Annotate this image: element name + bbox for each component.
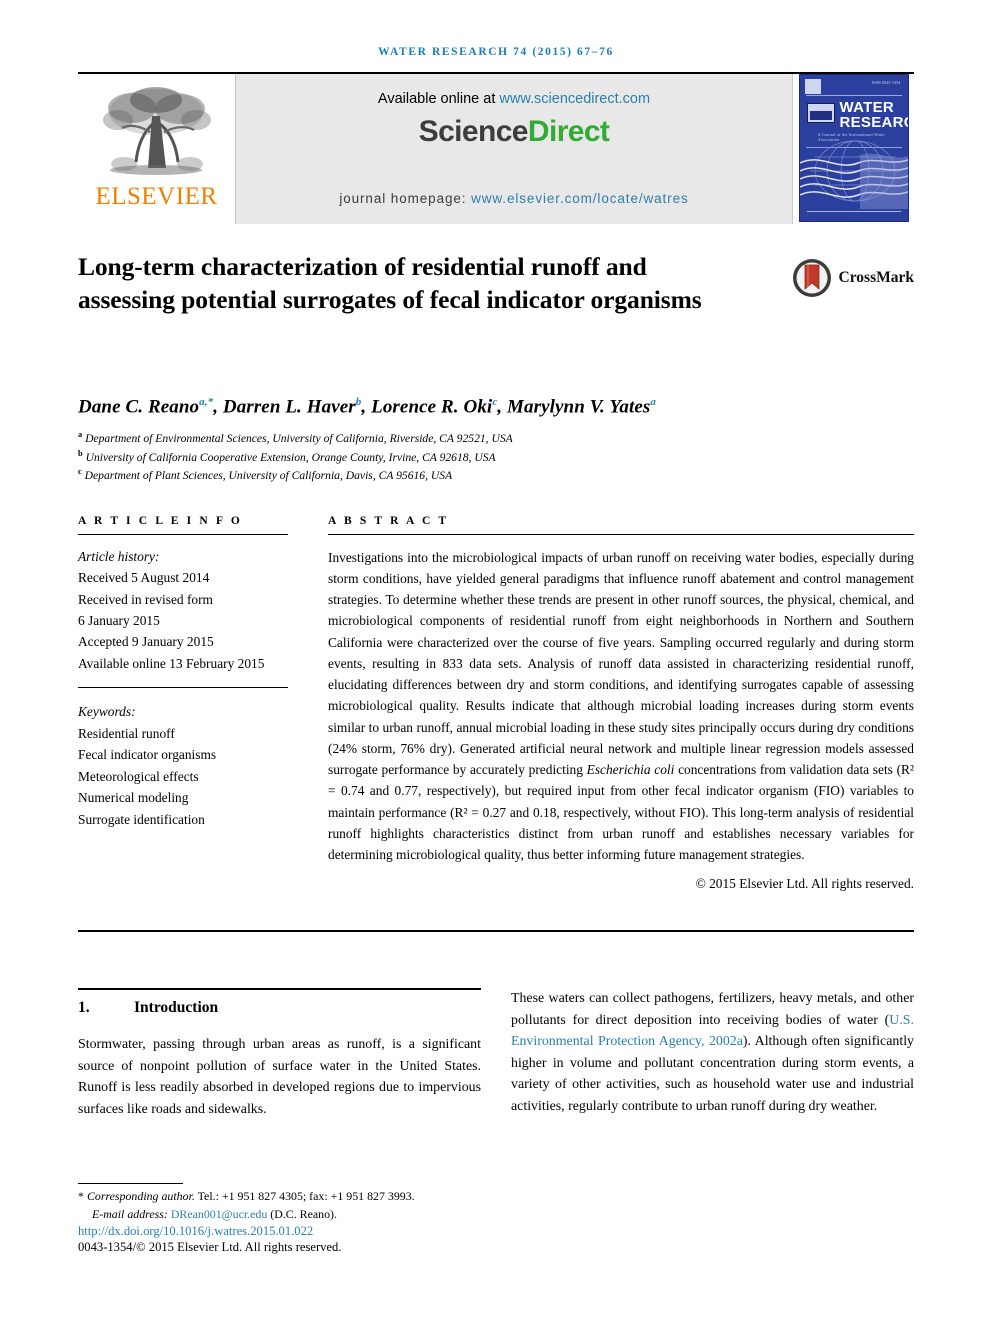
article-info-column: A R T I C L E I N F O Article history: R… — [78, 515, 310, 893]
sciencedirect-logo-direct: Direct — [527, 115, 610, 148]
journal-cover-cell: ISSN 0043-1354 WATER RESEARCH A Journal … — [792, 74, 914, 224]
corresponding-author-contact: Tel.: +1 951 827 4305; fax: +1 951 827 3… — [194, 1189, 415, 1203]
history-item: Available online 13 February 2015 — [78, 655, 265, 671]
iwa-logo-icon — [806, 103, 835, 123]
body-column-right: These waters can collect pathogens, fert… — [511, 988, 914, 1120]
body-columns: 1. Introduction Stormwater, passing thro… — [78, 988, 914, 1120]
corresponding-asterisk: * — [78, 1189, 84, 1203]
history-item: Accepted 9 January 2015 — [78, 634, 214, 650]
abstract-bottom-rule — [78, 930, 914, 933]
available-online-prefix: Available online at — [377, 91, 500, 107]
journal-cover-thumbnail: ISSN 0043-1354 WATER RESEARCH A Journal … — [798, 74, 909, 222]
issn-copyright-line: 0043-1354/© 2015 Elsevier Ltd. All right… — [78, 1240, 342, 1254]
history-item: 6 January 2015 — [78, 613, 160, 629]
history-item: Received in revised form — [78, 591, 213, 607]
elsevier-tree-icon — [102, 87, 211, 175]
affiliation-text: University of California Cooperative Ext… — [85, 450, 496, 464]
affiliation-mark: c — [78, 467, 82, 477]
abstract-rule — [328, 533, 914, 535]
article-history-label: Article history: — [78, 548, 160, 564]
elsevier-wordmark: ELSEVIER — [95, 183, 218, 210]
email-label: E-mail address: — [92, 1206, 171, 1221]
keywords-label: Keywords: — [78, 704, 136, 720]
sciencedirect-logo-science: Science — [418, 115, 529, 148]
abstract-text: Investigations into the microbiological … — [328, 547, 914, 866]
corresponding-author-label: Corresponding author. — [86, 1189, 195, 1203]
cover-title-line1: WATER — [839, 99, 895, 116]
crossmark-label: CrossMark — [838, 269, 915, 286]
author-name: Marylynn V. Yates — [507, 396, 651, 418]
keyword-item: Meteorological effects — [78, 768, 199, 784]
author-marks: a — [650, 396, 656, 408]
cover-title-line2: RESEARCH — [839, 114, 908, 131]
journal-homepage-line: journal homepage: www.elsevier.com/locat… — [339, 191, 688, 206]
affiliation-item: a Department of Environmental Sciences, … — [78, 429, 914, 447]
affiliation-item: c Department of Plant Sciences, Universi… — [78, 466, 914, 484]
email-note: E-mail address: DRean001@ucr.edu (D.C. R… — [78, 1206, 498, 1224]
author-marks: c — [492, 396, 498, 408]
abstract-heading: A B S T R A C T — [328, 514, 449, 527]
introduction-heading: 1. Introduction — [78, 999, 481, 1017]
affiliation-list: a Department of Environmental Sciences, … — [78, 429, 914, 484]
elsevier-logo-cell: ELSEVIER — [78, 74, 236, 224]
sciencedirect-banner: Available online at www.sciencedirect.co… — [236, 74, 792, 224]
journal-homepage-link[interactable]: www.elsevier.com/locate/watres — [471, 191, 689, 206]
footnote-rule — [78, 1183, 183, 1184]
cover-title: WATER RESEARCH — [839, 99, 908, 131]
intro-right-part-1: These waters can collect pathogens, fert… — [511, 991, 914, 1028]
introduction-paragraph-right: These waters can collect pathogens, fert… — [511, 988, 914, 1117]
article-history-block: Article history: Received 5 August 2014 … — [78, 546, 288, 675]
affiliation-text: Department of Plant Sciences, University… — [84, 469, 453, 483]
author-name: Darren L. Haver — [222, 396, 356, 418]
article-title: Long-term characterization of residentia… — [78, 252, 702, 315]
author-list: Dane C. Reanoa,*, Darren L. Haverb, Lore… — [78, 396, 656, 418]
available-online-line: Available online at www.sciencedirect.co… — [378, 91, 650, 107]
email-suffix: (D.C. Reano). — [267, 1206, 337, 1221]
article-info-heading: A R T I C L E I N F O — [78, 514, 243, 527]
keyword-item: Surrogate identification — [78, 811, 205, 827]
cover-issn-text: ISSN 0043-1354 — [872, 81, 901, 85]
affiliation-text: Department of Environmental Sciences, Un… — [85, 432, 513, 446]
crossmark-icon — [792, 259, 831, 297]
cover-publisher-mark — [804, 79, 821, 94]
affiliation-mark: a — [78, 430, 83, 440]
abstract-column: A B S T R A C T Investigations into the … — [310, 515, 914, 893]
cover-wave-graphic — [799, 140, 908, 209]
crossmark-badge[interactable]: CrossMark — [792, 258, 915, 298]
keyword-item: Residential runoff — [78, 725, 175, 741]
introduction-title: Introduction — [134, 999, 219, 1017]
author-marks: b — [355, 396, 362, 408]
affiliation-item: b University of California Cooperative E… — [78, 448, 914, 466]
body-column-left: 1. Introduction Stormwater, passing thro… — [78, 988, 481, 1120]
page-footer: * Corresponding author. Tel.: +1 951 827… — [78, 1183, 498, 1255]
affiliation-mark: b — [78, 448, 83, 458]
sciencedirect-url-link[interactable]: www.sciencedirect.com — [499, 91, 650, 107]
running-head: WATER RESEARCH 74 (2015) 67–76 — [378, 46, 614, 58]
author-marks: a,* — [199, 396, 214, 408]
article-info-rule — [78, 533, 288, 535]
corresponding-author-note: * Corresponding author. Tel.: +1 951 827… — [78, 1188, 498, 1206]
keyword-item: Numerical modeling — [78, 790, 189, 806]
journal-masthead: ELSEVIER Available online at www.science… — [78, 71, 914, 224]
keyword-item: Fecal indicator organisms — [78, 747, 217, 763]
doi-link[interactable]: http://dx.doi.org/10.1016/j.watres.2015.… — [78, 1224, 498, 1239]
keywords-divider — [78, 687, 288, 689]
abstract-part-1: Investigations into the microbiological … — [328, 549, 914, 778]
introduction-number: 1. — [78, 999, 90, 1017]
history-item: Received 5 August 2014 — [78, 570, 210, 586]
cover-bottom-rule — [806, 211, 901, 212]
introduction-top-rule — [78, 988, 481, 991]
abstract-species-name: Escherichia coli — [586, 762, 675, 778]
info-abstract-section: A R T I C L E I N F O Article history: R… — [78, 515, 914, 893]
keywords-block: Keywords: Residential runoff Fecal indic… — [78, 701, 288, 830]
journal-homepage-prefix: journal homepage: — [339, 191, 472, 206]
sciencedirect-logo: ScienceDirect — [419, 115, 610, 149]
author-name: Dane C. Reano — [78, 396, 200, 418]
author-name: Lorence R. Oki — [371, 396, 493, 418]
title-block: Long-term characterization of residentia… — [78, 250, 914, 370]
email-link[interactable]: DRean001@ucr.edu — [171, 1207, 267, 1221]
abstract-copyright: © 2015 Elsevier Ltd. All rights reserved… — [695, 876, 914, 892]
introduction-paragraph-left: Stormwater, passing through urban areas … — [78, 1037, 481, 1117]
paper-page: WATER RESEARCH 74 (2015) 67–76 ELSEVIER … — [0, 0, 992, 1323]
